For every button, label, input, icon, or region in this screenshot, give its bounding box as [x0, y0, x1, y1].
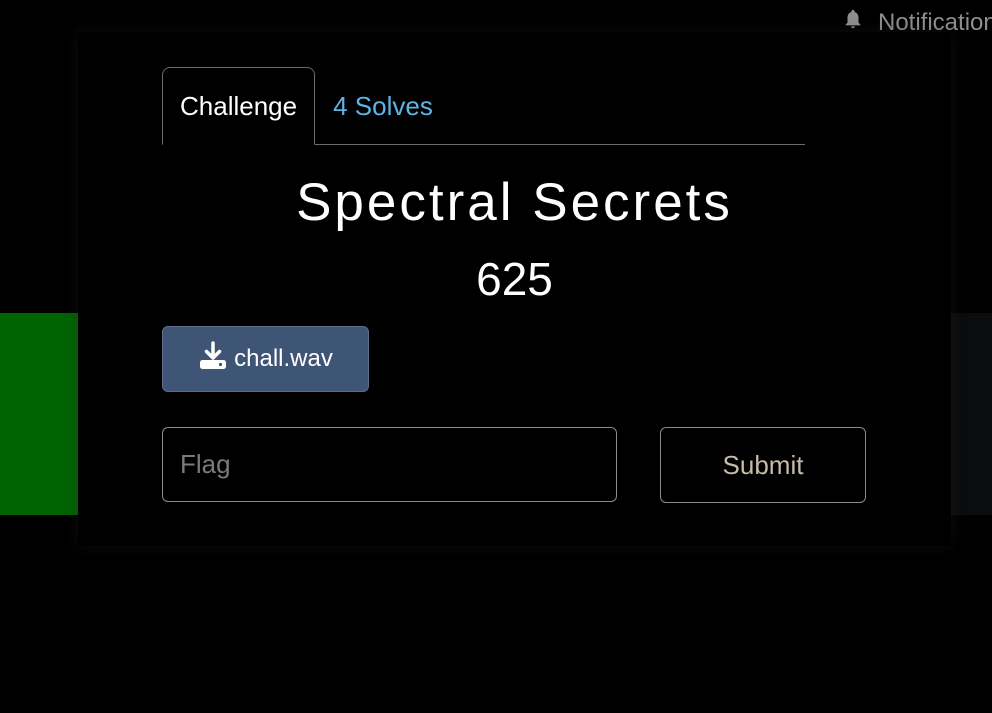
- background-panel-green: [0, 313, 78, 515]
- download-icon: [198, 340, 228, 378]
- challenge-title: Spectral Secrets: [296, 173, 733, 232]
- modal-tabs: Challenge 4 Solves: [162, 67, 805, 145]
- challenge-modal: Challenge 4 Solves Spectral Secrets 625 …: [78, 32, 951, 546]
- file-name: chall.wav: [234, 345, 333, 372]
- flag-input[interactable]: [162, 427, 617, 502]
- tab-challenge[interactable]: Challenge: [162, 67, 316, 145]
- challenge-points: 625: [476, 253, 553, 305]
- tab-solves[interactable]: 4 Solves: [315, 68, 451, 144]
- background-panel-grey: [951, 313, 992, 515]
- submit-button[interactable]: Submit: [660, 427, 866, 503]
- download-file-button[interactable]: chall.wav: [162, 326, 369, 392]
